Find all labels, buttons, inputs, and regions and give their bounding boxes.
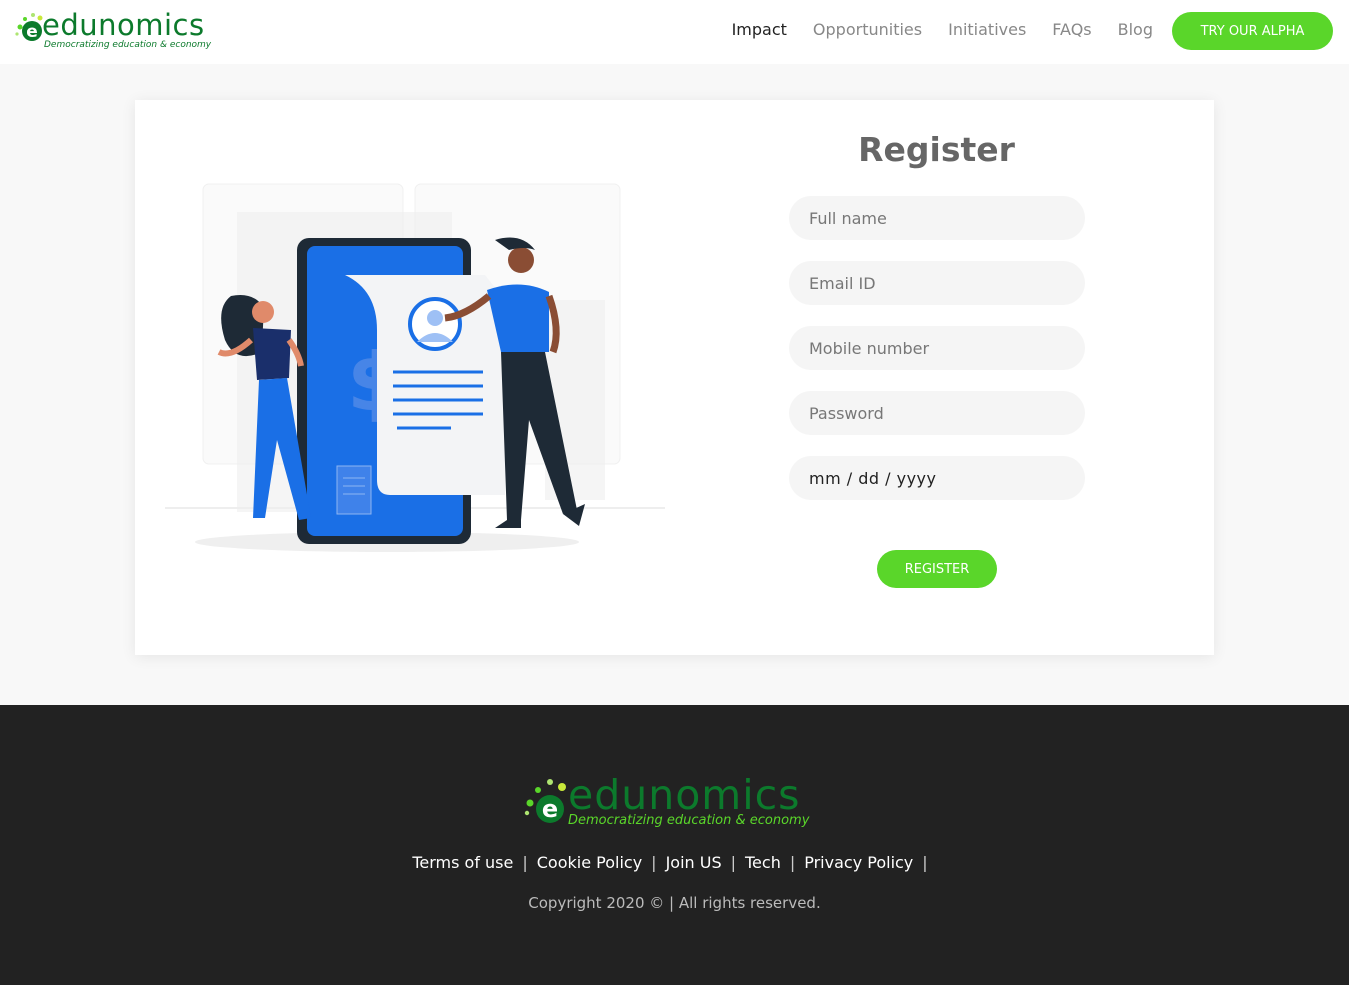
footer-logo[interactable]: e edunomics Democratizing education & ec…: [522, 771, 832, 835]
register-button[interactable]: REGISTER: [877, 550, 997, 588]
footer-link-terms[interactable]: Terms of use: [412, 853, 513, 872]
nav-opportunities[interactable]: Opportunities: [813, 20, 922, 39]
footer-logo-tagline: Democratizing education & economy: [568, 813, 810, 828]
email-field[interactable]: Email ID: [789, 261, 1085, 305]
footer-separator: |: [522, 853, 528, 872]
register-title: Register: [858, 130, 1015, 169]
svg-text:e: e: [542, 795, 558, 823]
footer-links: Terms of use | Cookie Policy | Join US |…: [0, 853, 1349, 872]
try-alpha-button[interactable]: TRY OUR ALPHA: [1172, 12, 1333, 50]
copyright-text: Copyright 2020 © | All rights reserved.: [528, 894, 821, 912]
email-placeholder: Email ID: [809, 273, 876, 293]
footer-link-cookie-policy[interactable]: Cookie Policy: [537, 853, 642, 872]
nav-faqs[interactable]: FAQs: [1052, 20, 1091, 39]
brand-logo[interactable]: e edunomics Democratizing education & ec…: [14, 8, 224, 54]
date-placeholder: mm / dd / yyyy: [809, 468, 937, 488]
nav-blog[interactable]: Blog: [1118, 20, 1153, 39]
nav-initiatives[interactable]: Initiatives: [948, 20, 1026, 39]
mobile-placeholder: Mobile number: [809, 338, 930, 358]
footer-separator: |: [730, 853, 736, 872]
footer-link-join-us[interactable]: Join US: [666, 853, 722, 872]
footer-separator: |: [789, 853, 796, 872]
footer-separator: |: [651, 853, 657, 872]
footer-link-privacy-policy[interactable]: Privacy Policy: [804, 853, 913, 872]
main-nav: Impact Opportunities Initiatives FAQs Bl…: [732, 20, 1153, 39]
register-card: $ Register Full name Email ID Mobile num…: [135, 100, 1214, 655]
footer-logo-wordmark: edunomics: [568, 771, 801, 819]
svg-text:e: e: [26, 22, 38, 42]
logo-tagline: Democratizing education & economy: [44, 40, 212, 50]
mobile-field[interactable]: Mobile number: [789, 326, 1085, 370]
full-name-placeholder: Full name: [809, 208, 887, 228]
header: e edunomics Democratizing education & ec…: [0, 0, 1349, 64]
footer: e edunomics Democratizing education & ec…: [0, 705, 1349, 985]
password-field[interactable]: Password: [789, 391, 1085, 435]
registration-illustration: $: [165, 183, 665, 552]
footer-separator: |: [922, 853, 928, 872]
nav-impact[interactable]: Impact: [732, 20, 787, 39]
logo-wordmark: edunomics: [42, 8, 205, 42]
full-name-field[interactable]: Full name: [789, 196, 1085, 240]
footer-link-tech[interactable]: Tech: [745, 853, 781, 872]
date-of-birth-field[interactable]: mm / dd / yyyy: [789, 456, 1085, 500]
password-placeholder: Password: [809, 403, 884, 423]
footer-logo-icon: e: [524, 779, 566, 823]
